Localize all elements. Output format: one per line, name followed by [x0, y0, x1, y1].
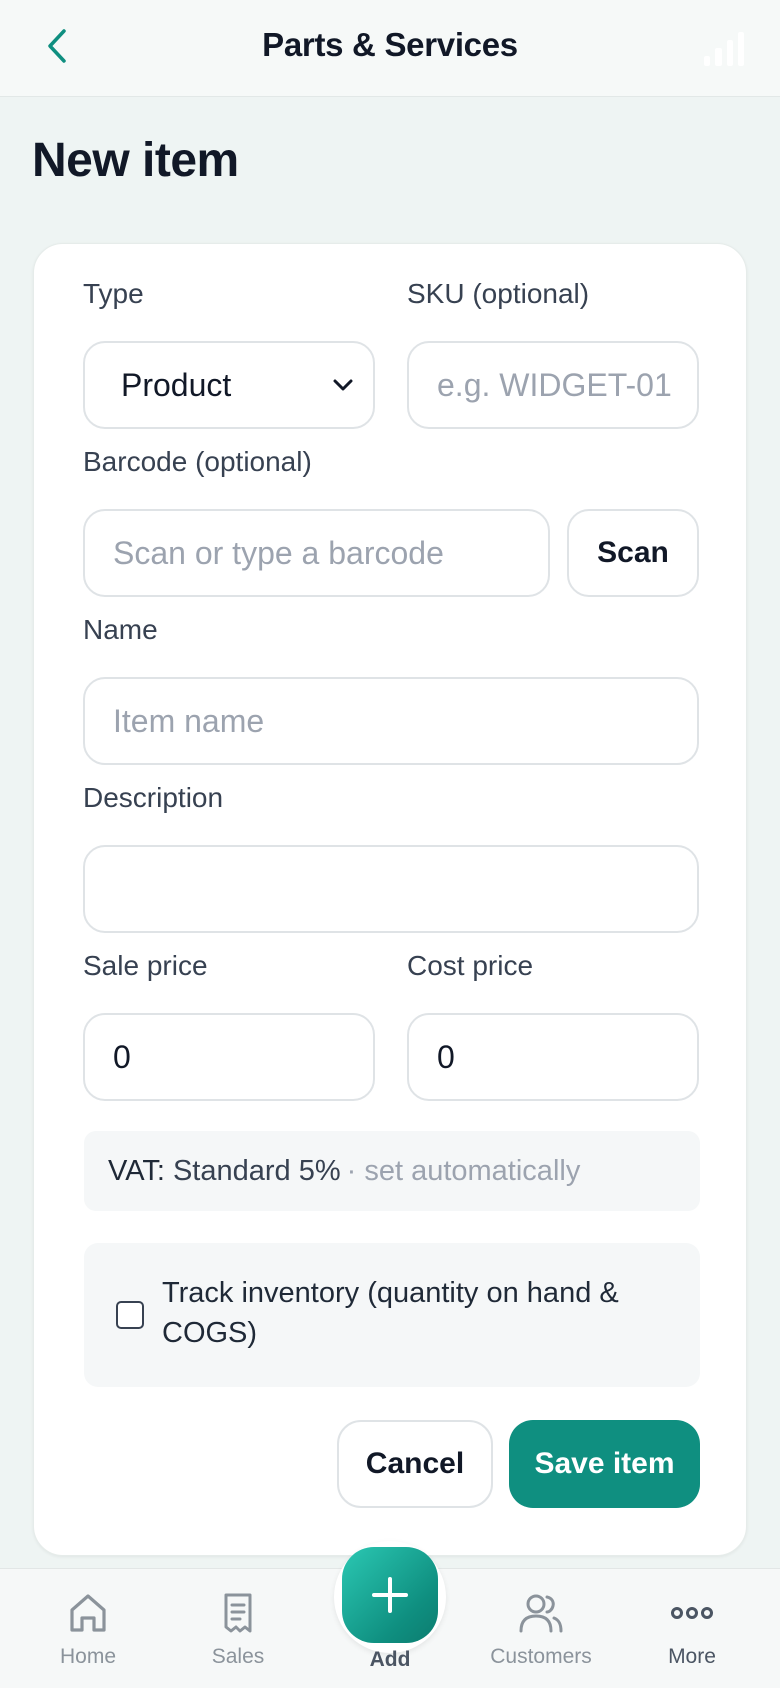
page-title: New item: [32, 134, 239, 187]
sale-price-label: Sale price: [83, 950, 208, 981]
nav-add-label: Add: [369, 1648, 411, 1671]
barcode-placeholder: Scan or type a barcode: [113, 534, 444, 571]
nav-home-label: Home: [59, 1645, 117, 1668]
nav-customers-label: Customers: [490, 1645, 592, 1668]
plus-icon: [372, 1577, 408, 1613]
nav-home[interactable]: Home: [23, 1569, 153, 1688]
vat-key: VAT:: [108, 1154, 165, 1187]
cost-price-label: Cost price: [407, 950, 534, 981]
cost-price-input[interactable]: 0: [407, 1013, 699, 1101]
track-inventory-row: Track inventory (quantity on hand & COGS…: [84, 1243, 700, 1387]
vat-note: · set automatically: [346, 1154, 581, 1187]
vat-value: Standard 5%: [172, 1154, 341, 1187]
barcode-label: Barcode (optional): [83, 446, 312, 477]
sku-input[interactable]: e.g. WIDGET-01: [407, 341, 699, 429]
nav-more[interactable]: More: [627, 1569, 757, 1688]
nav-sales[interactable]: Sales: [173, 1569, 303, 1688]
scan-button[interactable]: Scan: [567, 509, 699, 597]
vat-info: VAT: Standard 5% · set automatically: [84, 1131, 700, 1211]
home-icon: [64, 1589, 112, 1637]
save-item-button[interactable]: Save item: [509, 1420, 700, 1508]
nav-customers[interactable]: Customers: [476, 1569, 606, 1688]
type-label: Type: [83, 278, 144, 309]
add-button[interactable]: [342, 1547, 438, 1643]
name-label: Name: [83, 614, 158, 645]
receipt-icon: [214, 1589, 262, 1637]
users-icon: [517, 1589, 565, 1637]
name-input[interactable]: Item name: [83, 677, 699, 765]
signal-icon: [704, 28, 744, 66]
barcode-input[interactable]: Scan or type a barcode: [83, 509, 550, 597]
track-inventory-checkbox[interactable]: [116, 1301, 144, 1329]
type-select-value: Product: [121, 366, 232, 403]
description-label: Description: [83, 782, 224, 813]
nav-more-label: More: [668, 1645, 716, 1668]
sku-label: SKU (optional): [407, 278, 590, 309]
nav-sales-label: Sales: [211, 1645, 265, 1668]
sku-placeholder: e.g. WIDGET-01: [437, 366, 672, 403]
cost-price-value: 0: [437, 1038, 455, 1075]
name-placeholder: Item name: [113, 702, 265, 739]
type-select[interactable]: Product: [83, 341, 375, 429]
track-inventory-label[interactable]: Track inventory (quantity on hand & COGS…: [162, 1273, 672, 1353]
more-horizontal-icon: [668, 1589, 716, 1637]
sale-price-input[interactable]: 0: [83, 1013, 375, 1101]
header-title: Parts & Services: [262, 26, 518, 63]
cancel-button[interactable]: Cancel: [337, 1420, 493, 1508]
top-bar: Parts & Services: [0, 0, 780, 97]
chevron-down-icon: [329, 371, 357, 399]
description-input[interactable]: [83, 845, 699, 933]
new-item-form-card: Type Product SKU (optional) e.g. WIDGET-…: [33, 243, 747, 1556]
sale-price-value: 0: [113, 1038, 131, 1075]
